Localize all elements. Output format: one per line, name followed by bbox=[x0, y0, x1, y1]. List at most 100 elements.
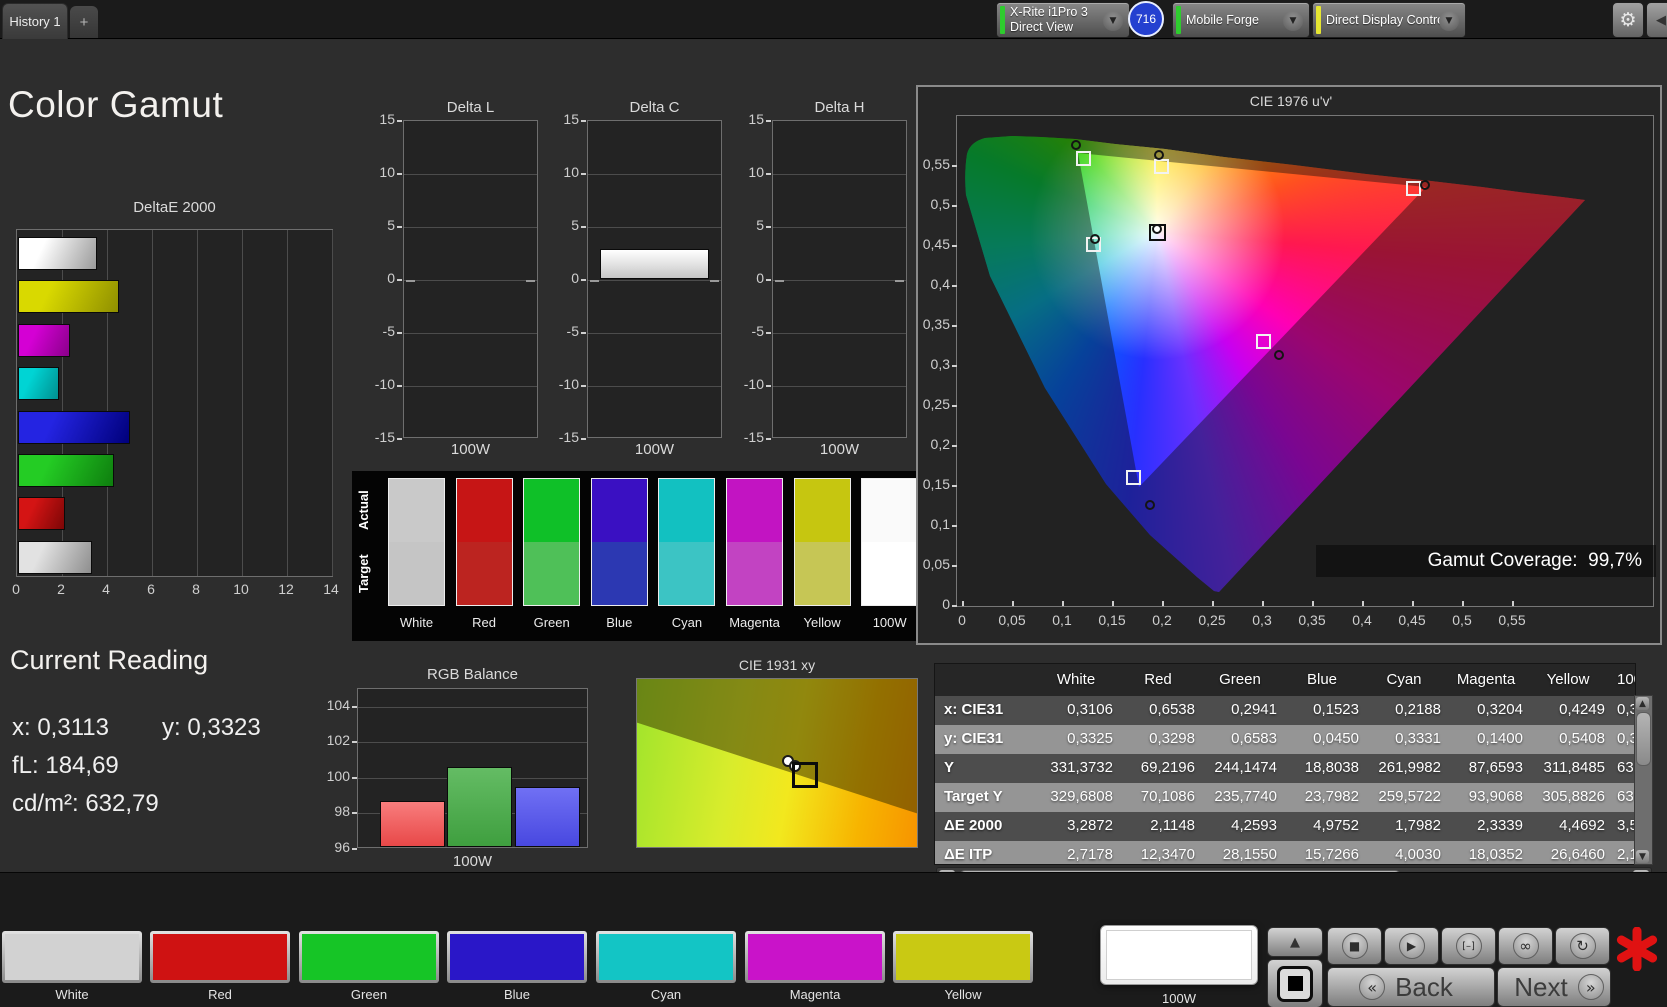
table-cell: 0,3325 bbox=[1039, 725, 1121, 754]
add-tab-button[interactable]: + bbox=[70, 6, 98, 38]
reading-y: y: 0,3323 bbox=[162, 714, 261, 742]
deltae-x-tick: 2 bbox=[49, 581, 73, 597]
gridline bbox=[404, 174, 537, 175]
table-cell: 26,6460 bbox=[1531, 841, 1613, 865]
delta-y-tick: -10 bbox=[736, 376, 764, 392]
meter-dropdown[interactable]: X-Rite i1Pro 3Direct View ▼ bbox=[996, 2, 1130, 38]
pattern-swatch-cyan[interactable] bbox=[596, 931, 736, 983]
display-control-dropdown[interactable]: Direct Display Control ▼ bbox=[1312, 2, 1466, 38]
source-dropdown[interactable]: Mobile Forge ▼ bbox=[1172, 2, 1310, 38]
scroll-down-button[interactable]: ▼ bbox=[1636, 850, 1649, 863]
cie1976-x-tick: 0,4 bbox=[1340, 612, 1384, 628]
step-button[interactable]: [–] bbox=[1441, 927, 1496, 965]
pattern-swatch-green[interactable] bbox=[299, 931, 439, 983]
gridline bbox=[773, 227, 906, 228]
actual-swatch bbox=[659, 479, 714, 542]
tick-mark bbox=[352, 777, 357, 779]
row-label: ΔE 2000 bbox=[935, 812, 1039, 841]
table-cell: 0,3331 bbox=[1367, 725, 1449, 754]
table-cell: 4,4692 bbox=[1531, 812, 1613, 841]
actual-swatch bbox=[389, 479, 444, 542]
pattern-swatch-yellow[interactable] bbox=[893, 931, 1033, 983]
chevron-down-icon: ▼ bbox=[1283, 11, 1303, 31]
table-cell: 2,3339 bbox=[1449, 812, 1531, 841]
gridline bbox=[773, 386, 906, 387]
tick-mark bbox=[1412, 601, 1414, 606]
table-header-row: WhiteRedGreenBlueCyanMagentaYellow100W bbox=[935, 664, 1636, 696]
settings-button[interactable]: ⚙ bbox=[1612, 2, 1644, 38]
table-row: ΔE ITP2,717812,347028,155015,72664,00301… bbox=[935, 841, 1636, 865]
tick-mark bbox=[952, 405, 957, 407]
top-bar: History 1 + X-Rite i1Pro 3Direct View ▼ … bbox=[0, 0, 1667, 39]
meter-count-badge[interactable]: 716 bbox=[1128, 1, 1164, 37]
table-cell: 70,1086 bbox=[1121, 783, 1203, 812]
table-cell: 331,3732 bbox=[1039, 754, 1121, 783]
chevron-down-icon: ▼ bbox=[1103, 11, 1123, 31]
play-button[interactable]: ▶ bbox=[1384, 927, 1439, 965]
table-cell: 329,6808 bbox=[1039, 783, 1121, 812]
gridline bbox=[242, 230, 243, 576]
reading-x: x: 0,3113 bbox=[12, 714, 109, 742]
table-cell: 18,0352 bbox=[1449, 841, 1531, 865]
pattern-window-button[interactable] bbox=[1267, 959, 1323, 1007]
tick-mark bbox=[1262, 601, 1264, 606]
delta-y-tick: -15 bbox=[551, 429, 579, 445]
gridline bbox=[404, 386, 537, 387]
tick-mark bbox=[1012, 601, 1014, 606]
tab-history-1[interactable]: History 1 bbox=[2, 3, 68, 39]
pattern-window-collapse-button[interactable]: ▲ bbox=[1267, 927, 1323, 957]
row-label: Y bbox=[935, 754, 1039, 783]
table-cell: 15,7266 bbox=[1285, 841, 1367, 865]
table-vertical-scrollbar[interactable]: ▲ ▼ bbox=[1634, 695, 1653, 865]
stop-button[interactable]: ■ bbox=[1327, 927, 1382, 965]
deltae-bar-white bbox=[18, 541, 92, 574]
rgb-bar-blue bbox=[515, 787, 580, 847]
tick-mark bbox=[952, 525, 957, 527]
collapse-panel-button[interactable]: ◀ bbox=[1646, 2, 1667, 38]
pattern-swatch-red[interactable] bbox=[150, 931, 290, 983]
next-button[interactable]: Next » bbox=[1497, 967, 1611, 1007]
actual-swatch bbox=[795, 479, 850, 542]
column-header-blue: Blue bbox=[1285, 664, 1367, 696]
column-header-magenta: Magenta bbox=[1449, 664, 1531, 696]
pattern-swatch-white[interactable] bbox=[2, 931, 142, 983]
pattern-swatch-magenta[interactable] bbox=[745, 931, 885, 983]
back-button[interactable]: « Back bbox=[1327, 967, 1495, 1007]
gridline bbox=[358, 707, 587, 708]
gridline bbox=[588, 280, 721, 281]
cie1976-y-tick: 0,55 bbox=[914, 156, 950, 172]
continuous-button[interactable]: ∞ bbox=[1498, 927, 1553, 965]
pattern-label: White bbox=[2, 987, 142, 1002]
meter-dropdown-label: X-Rite i1Pro 3Direct View bbox=[1010, 3, 1088, 37]
swatch-column-cyan bbox=[658, 478, 715, 606]
tick-mark bbox=[952, 285, 957, 287]
tick-mark bbox=[1362, 601, 1364, 606]
target-swatch bbox=[389, 542, 444, 605]
refresh-button[interactable]: ↻ bbox=[1555, 927, 1610, 965]
swatch-label: Magenta bbox=[721, 615, 788, 630]
pattern-swatch-blue[interactable] bbox=[447, 931, 587, 983]
refresh-icon: ↻ bbox=[1570, 933, 1596, 959]
xrite-logo-icon bbox=[1615, 927, 1659, 971]
calman-window: History 1 + X-Rite i1Pro 3Direct View ▼ … bbox=[0, 0, 1667, 1007]
rgb-balance-title: RGB Balance bbox=[357, 666, 588, 683]
pattern-swatch-100w-selected[interactable] bbox=[1100, 925, 1258, 985]
swatch-label: Yellow bbox=[789, 615, 856, 630]
cie1976-x-tick: 0,05 bbox=[990, 612, 1034, 628]
gridline bbox=[588, 386, 721, 387]
chevron-down-icon: ▼ bbox=[1439, 11, 1459, 31]
table-cell: 12,3470 bbox=[1121, 841, 1203, 865]
scrollbar-thumb[interactable] bbox=[1636, 712, 1651, 766]
table-cell: 69,2196 bbox=[1121, 754, 1203, 783]
tick-mark bbox=[952, 565, 957, 567]
column-header-100w: 100W bbox=[1613, 664, 1636, 696]
row-label: Target Y bbox=[935, 783, 1039, 812]
white-measured-marker bbox=[1152, 224, 1162, 234]
deltae-bar-100w bbox=[18, 237, 97, 270]
swatch-column-blue bbox=[591, 478, 648, 606]
scroll-up-button[interactable]: ▲ bbox=[1636, 697, 1649, 710]
tick-mark bbox=[581, 385, 586, 387]
tick-mark bbox=[581, 279, 586, 281]
gamut-coverage-readout: Gamut Coverage: 99,7% bbox=[1316, 545, 1656, 577]
delta-c-plot bbox=[587, 120, 722, 438]
